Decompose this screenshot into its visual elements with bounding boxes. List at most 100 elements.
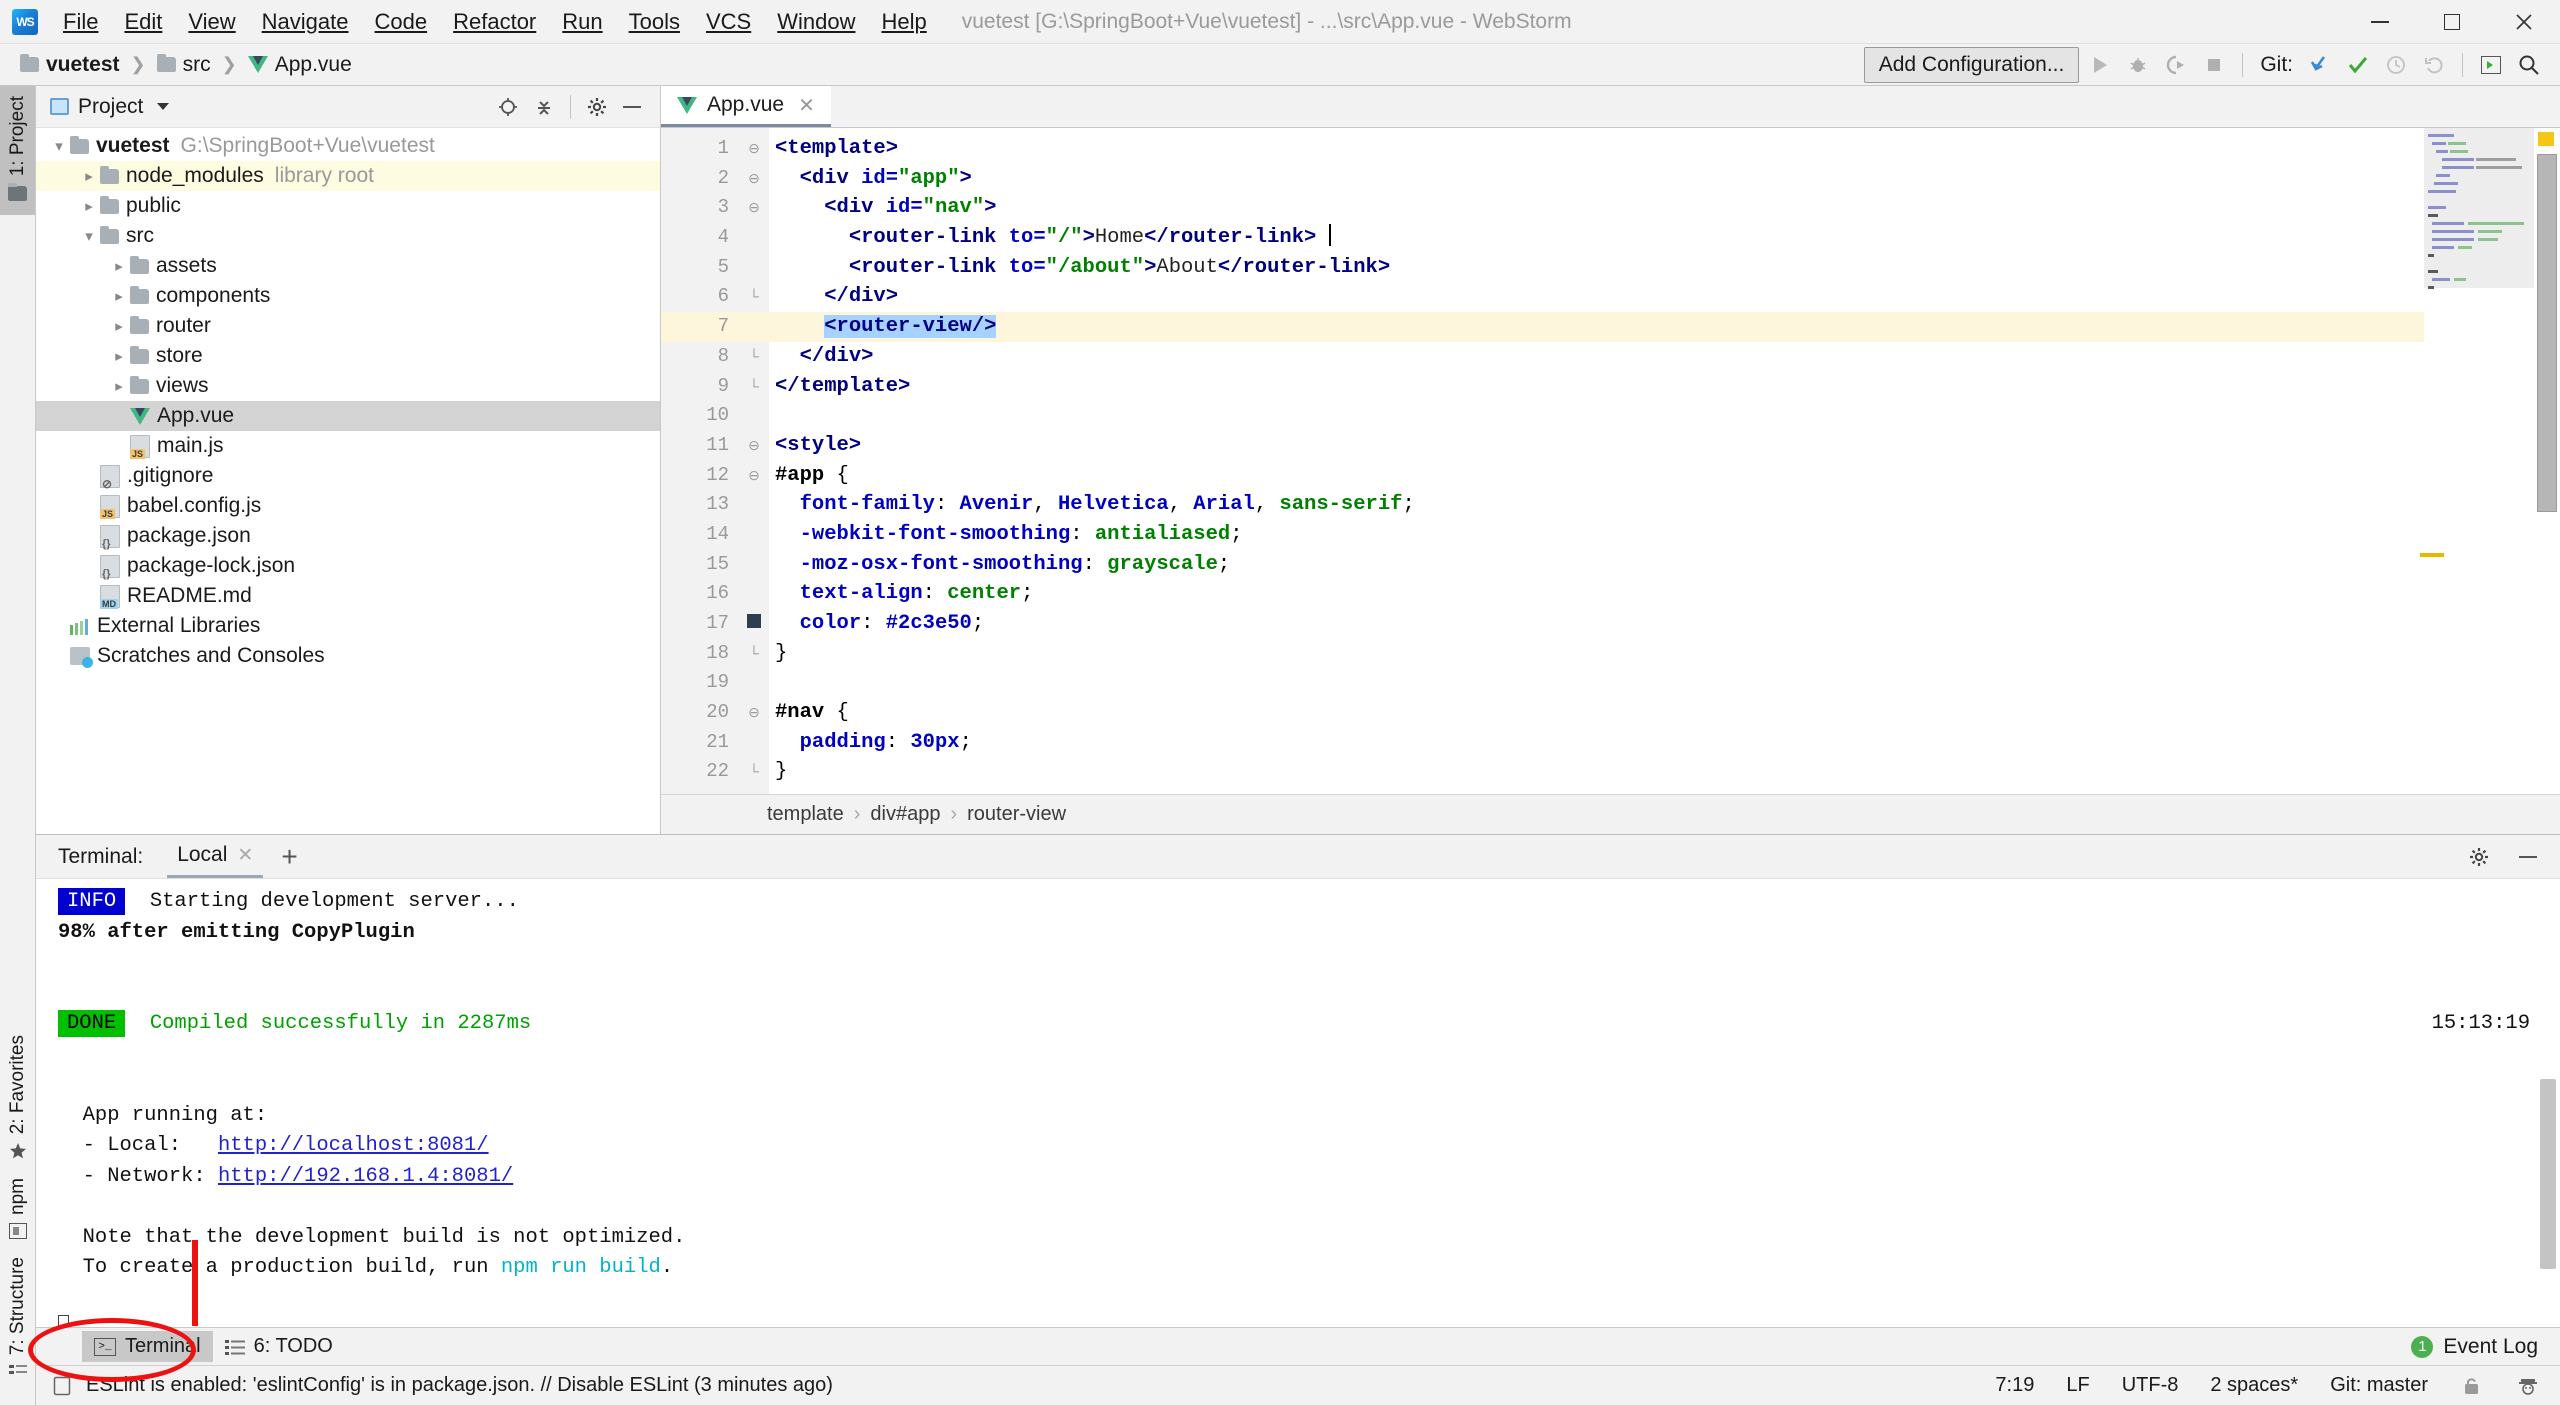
line-separator[interactable]: LF [2066, 1374, 2089, 1397]
terminal-tab-local[interactable]: Local ✕ [167, 835, 264, 878]
tree-item-external-libraries[interactable]: External Libraries [36, 611, 660, 641]
tree-item-assets[interactable]: assets [36, 251, 660, 281]
maximize-button[interactable] [2416, 0, 2488, 44]
menu-vcs[interactable]: VCS [693, 5, 764, 39]
chevron-right-icon[interactable] [78, 197, 100, 215]
editor-scrollbar[interactable] [2534, 128, 2560, 794]
run-with-coverage-button[interactable] [2159, 49, 2193, 81]
event-log-button[interactable]: Event Log [2443, 1335, 2538, 1359]
collapse-all-button[interactable] [527, 91, 561, 123]
fold-end-icon[interactable]: └ [739, 282, 769, 312]
menu-edit[interactable]: Edit [111, 5, 175, 39]
breadcrumb-template[interactable]: template [767, 803, 844, 826]
project-tree[interactable]: vuetest G:\SpringBoot+Vue\vuetest node_mod… [36, 128, 660, 834]
new-terminal-session-button[interactable]: + [281, 842, 297, 871]
tree-item-router[interactable]: router [36, 311, 660, 341]
chevron-right-icon[interactable] [108, 317, 130, 335]
chevron-right-icon[interactable] [108, 287, 130, 305]
tree-item-node-modules[interactable]: node_modules library root [36, 161, 660, 191]
breadcrumb-item-vuetest[interactable]: vuetest [14, 50, 126, 80]
chevron-down-icon[interactable] [157, 103, 170, 110]
terminal-scrollbar-thumb[interactable] [2540, 1079, 2556, 1269]
menu-help[interactable]: Help [868, 5, 939, 39]
menu-view[interactable]: View [175, 5, 248, 39]
sidebar-item-structure[interactable]: 7: Structure [7, 1257, 29, 1379]
local-url-link[interactable]: http://localhost:8081/ [218, 1134, 489, 1157]
code-editor[interactable]: <template> <div id="app"> <div id="nav">… [769, 128, 2424, 794]
close-terminal-tab-icon[interactable]: ✕ [237, 844, 253, 867]
network-url-link[interactable]: http://192.168.1.4:8081/ [218, 1165, 513, 1188]
breadcrumb-item-src[interactable]: src [151, 50, 217, 80]
hide-panel-button[interactable] [616, 91, 650, 123]
fold-collapse-icon[interactable]: ⊖ [739, 461, 769, 491]
stop-button[interactable] [2197, 49, 2231, 81]
sidebar-item-project[interactable]: 1: Project [0, 86, 35, 216]
show-tool-window-button[interactable] [2474, 49, 2508, 81]
tree-item-store[interactable]: store [36, 341, 660, 371]
color-swatch-icon[interactable] [747, 614, 761, 628]
terminal-prompt[interactable] [58, 1314, 2560, 1327]
caret-position[interactable]: 7:19 [1995, 1374, 2034, 1397]
menu-tools[interactable]: Tools [616, 5, 693, 39]
fold-collapse-icon[interactable]: ⊖ [739, 431, 769, 461]
tree-item-main-js[interactable]: JS main.js [36, 431, 660, 461]
chevron-right-icon[interactable] [108, 347, 130, 365]
terminal-hide-button[interactable] [2512, 841, 2546, 873]
breadcrumb-div-app[interactable]: div#app [870, 803, 940, 826]
menu-window[interactable]: Window [764, 5, 868, 39]
lock-button[interactable] [2460, 1375, 2484, 1397]
tree-item-views[interactable]: views [36, 371, 660, 401]
rollback-button[interactable] [2417, 49, 2451, 81]
chevron-right-icon[interactable] [108, 257, 130, 275]
history-button[interactable] [2379, 49, 2413, 81]
menu-file[interactable]: File [50, 5, 111, 39]
chevron-down-icon[interactable] [48, 137, 70, 155]
fold-collapse-icon[interactable]: ⊖ [739, 193, 769, 223]
menu-refactor[interactable]: Refactor [440, 5, 549, 39]
fold-collapse-icon[interactable]: ⊖ [739, 164, 769, 194]
project-panel-title[interactable]: Project [50, 95, 170, 119]
tree-item-app-vue[interactable]: App.vue [36, 401, 660, 431]
run-button[interactable] [2083, 49, 2117, 81]
update-project-button[interactable] [2303, 49, 2337, 81]
tab-app-vue[interactable]: App.vue ✕ [661, 86, 831, 127]
fold-collapse-icon[interactable]: ⊖ [739, 698, 769, 728]
menu-code[interactable]: Code [362, 5, 441, 39]
bottom-item-todo[interactable]: 6: TODO [213, 1331, 345, 1362]
file-encoding[interactable]: UTF-8 [2122, 1374, 2179, 1397]
add-configuration-button[interactable]: Add Configuration... [1863, 46, 2080, 83]
status-message[interactable]: ESLint is enabled: 'eslintConfig' is in … [86, 1374, 833, 1397]
terminal-settings-button[interactable] [2462, 841, 2496, 873]
inspector-button[interactable] [2516, 1375, 2540, 1397]
menu-run[interactable]: Run [549, 5, 615, 39]
close-tab-icon[interactable]: ✕ [798, 93, 815, 118]
breadcrumb-item-appvue[interactable]: App.vue [242, 50, 358, 80]
warning-marker[interactable] [2538, 132, 2554, 146]
tree-item-babel-config-js[interactable]: JS babel.config.js [36, 491, 660, 521]
fold-end-icon[interactable]: └ [739, 757, 769, 787]
chevron-right-icon[interactable] [78, 167, 100, 185]
terminal-output[interactable]: INFO Starting development server... 98% … [36, 879, 2560, 1327]
minimize-button[interactable] [2344, 0, 2416, 44]
tree-item-components[interactable]: components [36, 281, 660, 311]
sidebar-item-npm[interactable]: npm [7, 1178, 29, 1239]
tree-item-package-json[interactable]: {} package.json [36, 521, 660, 551]
tree-item-scratches-and-consoles[interactable]: Scratches and Consoles [36, 641, 660, 671]
fold-end-icon[interactable]: └ [739, 639, 769, 669]
git-branch[interactable]: Git: master [2330, 1374, 2428, 1397]
tree-item-readme-md[interactable]: MD README.md [36, 581, 660, 611]
tree-item-gitignore[interactable]: ⊘ .gitignore [36, 461, 660, 491]
locate-file-button[interactable] [491, 91, 525, 123]
fold-end-icon[interactable]: └ [739, 342, 769, 372]
chevron-right-icon[interactable] [108, 377, 130, 395]
project-settings-button[interactable] [580, 91, 614, 123]
fold-end-icon[interactable]: └ [739, 372, 769, 402]
search-everywhere-button[interactable] [2512, 49, 2546, 81]
fold-collapse-icon[interactable]: ⊖ [739, 134, 769, 164]
editor-scrollbar-thumb[interactable] [2537, 154, 2557, 512]
debug-button[interactable] [2121, 49, 2155, 81]
menu-navigate[interactable]: Navigate [249, 5, 362, 39]
indent-setting[interactable]: 2 spaces* [2210, 1374, 2298, 1397]
tree-item-public[interactable]: public [36, 191, 660, 221]
bottom-item-terminal[interactable]: >_ Terminal [82, 1331, 213, 1362]
